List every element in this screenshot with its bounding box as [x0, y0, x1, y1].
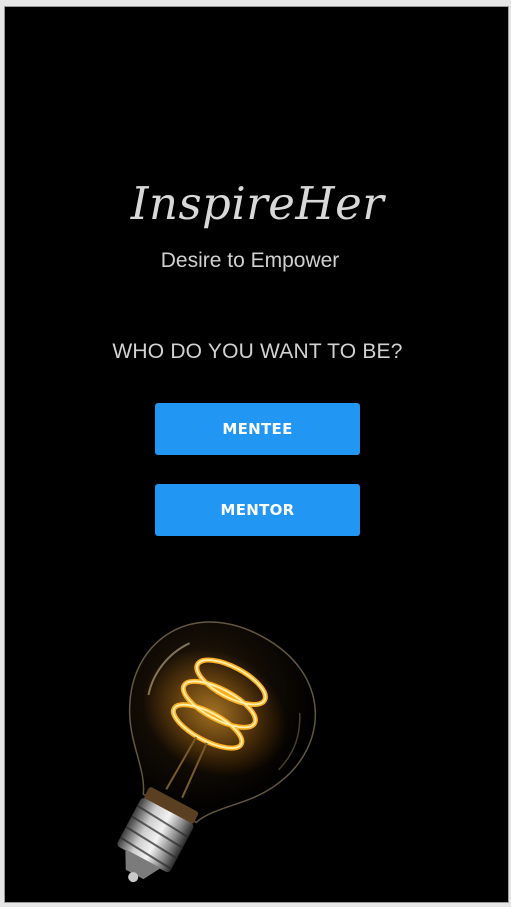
light-bulb-icon [117, 621, 317, 883]
app-tagline: Desire to Empower [160, 249, 340, 272]
role-question: WHO DO YOU WANT TO BE? [112, 340, 403, 363]
mentee-button[interactable]: MENTEE [155, 403, 360, 455]
app-screen: InspireHer Desire to Empower WHO DO YOU … [4, 6, 509, 903]
mentor-button[interactable]: MENTOR [155, 484, 360, 536]
app-title: InspireHer [130, 177, 385, 230]
window-frame: InspireHer Desire to Empower WHO DO YOU … [0, 0, 511, 907]
